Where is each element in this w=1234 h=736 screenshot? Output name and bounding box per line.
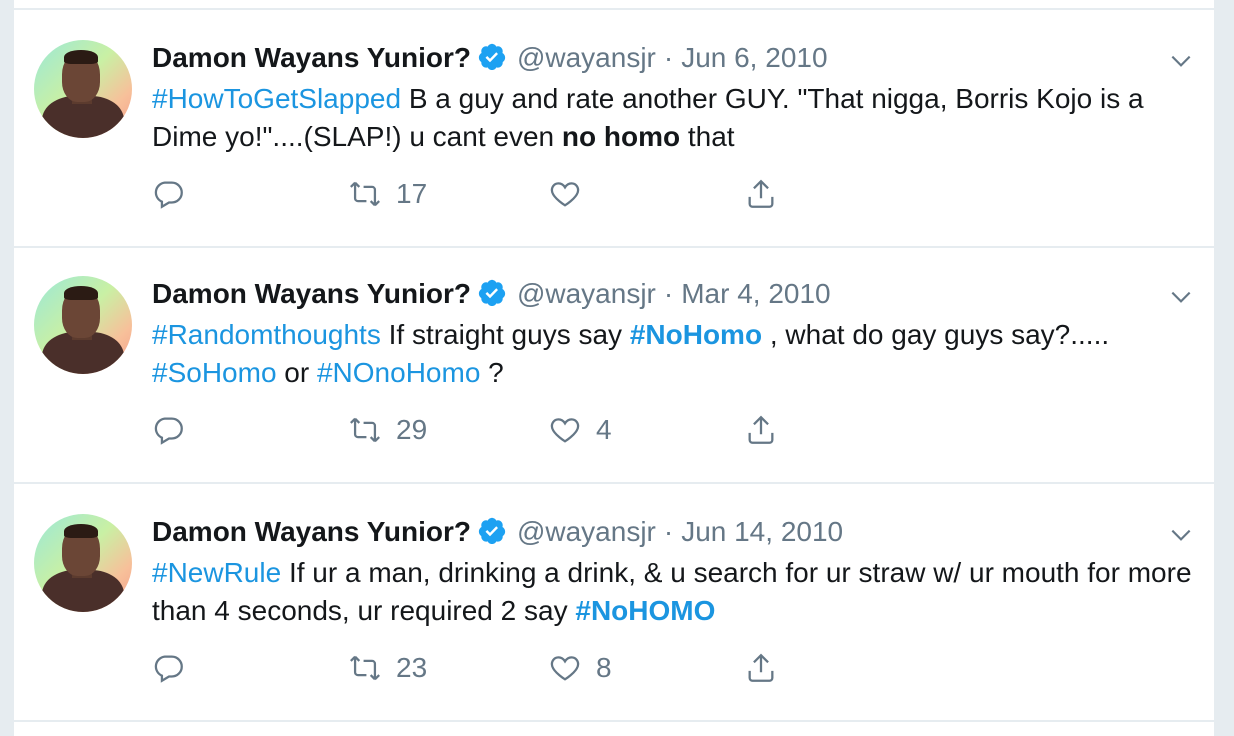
reply-button[interactable]	[152, 408, 186, 452]
tweet-text: #HowToGetSlapped B a guy and rate anothe…	[152, 80, 1192, 156]
hashtag-link[interactable]: #NewRule	[152, 557, 281, 588]
text-segment: If straight guys say	[380, 319, 630, 350]
verified-badge-icon	[478, 43, 506, 71]
separator: ·	[663, 42, 674, 73]
reply-icon	[154, 181, 183, 209]
reply-button[interactable]	[152, 646, 186, 690]
share-icon	[748, 653, 774, 682]
retweet-button[interactable]: 23	[348, 646, 427, 690]
like-count: 8	[596, 652, 612, 683]
reply-button[interactable]	[152, 172, 186, 216]
text-segment: or	[276, 357, 317, 388]
share-button[interactable]	[744, 646, 778, 690]
display-name[interactable]: Damon Wayans Yunior?	[152, 42, 471, 73]
heart-icon	[550, 182, 580, 207]
tweet-header: Damon Wayans Yunior? @wayansjr · Mar 4, 201…	[152, 274, 831, 314]
tweet[interactable]: Damon Wayans Yunior? @wayansjr · Jun 6, 201…	[14, 10, 1214, 248]
hashtag-link[interactable]: #NoHomo	[630, 319, 762, 350]
tweet[interactable]: Damon Wayans Yunior? @wayansjr · Jun 14, 20…	[14, 484, 1214, 722]
like-count: 4	[596, 414, 612, 445]
tweet-date[interactable]: Jun 6, 2010	[681, 42, 827, 73]
share-icon	[748, 415, 774, 444]
text-segment-bold: no homo	[561, 121, 681, 152]
tweet-header: Damon Wayans Yunior? @wayansjr · Jun 6, 201…	[152, 38, 828, 78]
avatar[interactable]	[34, 514, 132, 612]
tweet-header: Damon Wayans Yunior? @wayansjr · Jun 14, 20…	[152, 512, 843, 552]
user-handle[interactable]: @wayansjr	[517, 278, 656, 309]
retweet-count: 23	[396, 652, 428, 683]
retweet-count: 17	[396, 178, 428, 209]
hashtag-link[interactable]: #NOnoHomo	[317, 357, 480, 388]
retweet-button[interactable]: 29	[348, 408, 427, 452]
user-handle[interactable]: @wayansjr	[517, 516, 656, 547]
separator: ·	[663, 516, 674, 547]
verified-badge-icon	[478, 279, 506, 307]
retweet-button[interactable]: 17	[348, 172, 427, 216]
tweet-text: #NewRule If ur a man, drinking a drink, …	[152, 554, 1192, 630]
text-segment: that	[680, 121, 735, 152]
like-button[interactable]: 8	[548, 646, 612, 690]
tweet-date[interactable]: Mar 4, 2010	[681, 278, 830, 309]
display-name[interactable]: Damon Wayans Yunior?	[152, 516, 471, 547]
tweet-text: #Randomthoughts If straight guys say #No…	[152, 316, 1192, 392]
chevron-down-icon[interactable]	[1168, 48, 1194, 74]
share-button[interactable]	[744, 408, 778, 452]
reply-icon	[154, 417, 183, 445]
heart-icon	[550, 656, 580, 681]
text-segment: , what do gay guys say?.....	[762, 319, 1110, 350]
tweet-actions: 29 4	[152, 408, 852, 452]
tweet-feed: Damon Wayans Yunior? @wayansjr · Jun 6, 201…	[14, 0, 1214, 736]
hashtag-link[interactable]: #SoHomo	[152, 357, 277, 388]
like-button[interactable]	[548, 172, 596, 216]
like-button[interactable]: 4	[548, 408, 612, 452]
hashtag-link[interactable]: #NoHOMO	[575, 595, 715, 626]
share-button[interactable]	[744, 172, 778, 216]
retweet-count: 29	[396, 414, 428, 445]
avatar[interactable]	[34, 276, 132, 374]
tweet[interactable]: Damon Wayans Yunior? @wayansjr · Mar 4, 201…	[14, 246, 1214, 484]
tweet-actions: 17	[152, 172, 852, 216]
reply-icon	[154, 655, 183, 683]
retweet-icon	[350, 417, 380, 443]
chevron-down-icon[interactable]	[1168, 284, 1194, 310]
share-icon	[748, 179, 774, 208]
verified-badge-icon	[478, 517, 506, 545]
hashtag-link[interactable]: #HowToGetSlapped	[152, 83, 401, 114]
avatar[interactable]	[34, 40, 132, 138]
tweet-date[interactable]: Jun 14, 2010	[681, 516, 843, 547]
display-name[interactable]: Damon Wayans Yunior?	[152, 278, 471, 309]
separator: ·	[663, 278, 674, 309]
user-handle[interactable]: @wayansjr	[517, 42, 656, 73]
text-segment: ?	[480, 357, 504, 388]
tweet-actions: 23 8	[152, 646, 852, 690]
hashtag-link[interactable]: #Randomthoughts	[152, 319, 381, 350]
heart-icon	[550, 418, 580, 443]
chevron-down-icon[interactable]	[1168, 522, 1194, 548]
retweet-icon	[350, 655, 380, 681]
retweet-icon	[350, 181, 380, 207]
